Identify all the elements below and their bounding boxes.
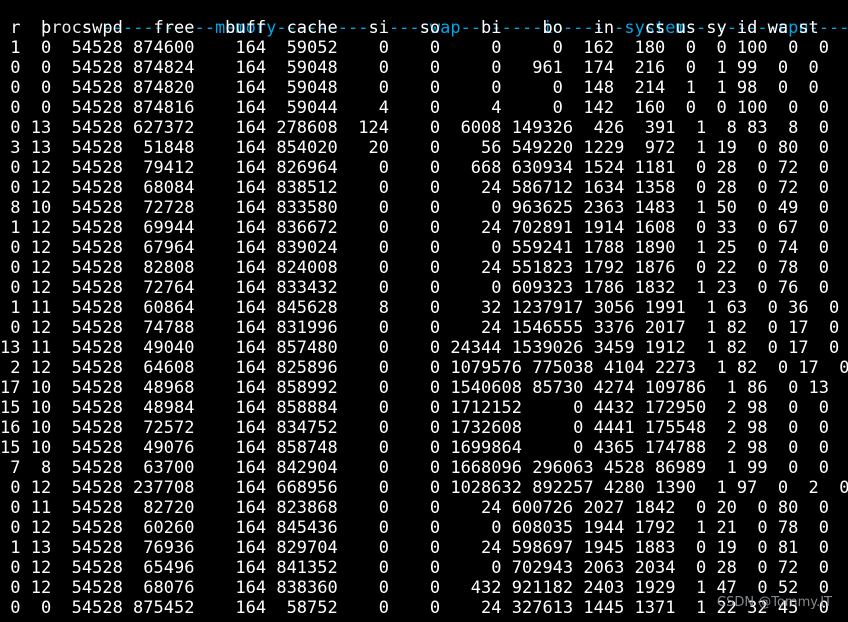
vmstat-row: 0 0 54528 874824 164 59048 0 0 0 961 174…	[0, 58, 819, 78]
vmstat-group-header: procs -----------memory---------- ---swa…	[0, 0, 848, 38]
vmstat-row: 17 10 54528 48968 164 858992 0 0 1540608…	[0, 378, 848, 398]
vmstat-row: 0 12 54528 82808 164 824008 0 0 24 55182…	[0, 258, 830, 278]
vmstat-row: 15 10 54528 49076 164 858748 0 0 1699864…	[0, 438, 848, 458]
vmstat-row: 0 13 54528 627372 164 278608 124 0 6008 …	[0, 118, 830, 138]
vmstat-row: 1 0 54528 874600 164 59052 0 0 0 0 162 1…	[0, 38, 830, 58]
vmstat-column-header: r b swpd free buff cache si so bi bo in …	[0, 18, 819, 38]
vmstat-output-rows: 1 0 54528 874600 164 59052 0 0 0 0 162 1…	[0, 38, 848, 618]
vmstat-row: 0 12 54528 237708 164 668956 0 0 1028632…	[0, 478, 848, 498]
watermark: CSDN @Tommy.IT	[717, 595, 832, 610]
vmstat-row: 1 11 54528 60864 164 845628 8 0 32 12379…	[0, 298, 840, 318]
vmstat-row: 13 11 54528 49040 164 857480 0 0 24344 1…	[0, 338, 840, 358]
vmstat-row: 0 12 54528 60260 164 845436 0 0 0 608035…	[0, 518, 830, 538]
vmstat-row: 0 0 54528 874816 164 59044 4 0 4 0 142 1…	[0, 98, 830, 118]
terminal-window[interactable]: procs -----------memory---------- ---swa…	[0, 0, 848, 622]
vmstat-row: 0 12 54528 68084 164 838512 0 0 24 58671…	[0, 178, 830, 198]
vmstat-row: 2 12 54528 64608 164 825896 0 0 1079576 …	[0, 358, 848, 378]
vmstat-row: 1 13 54528 76936 164 829704 0 0 24 59869…	[0, 538, 830, 558]
vmstat-row: 15 10 54528 48984 164 858884 0 0 1712152…	[0, 398, 848, 418]
vmstat-row: 0 11 54528 82720 164 823868 0 0 24 60072…	[0, 498, 830, 518]
vmstat-row: 0 12 54528 65496 164 841352 0 0 0 702943…	[0, 558, 830, 578]
vmstat-row: 1 12 54528 69944 164 836672 0 0 24 70289…	[0, 218, 830, 238]
vmstat-row: 8 10 54528 72728 164 833580 0 0 0 963625…	[0, 198, 830, 218]
vmstat-row: 0 0 54528 874820 164 59048 0 0 0 0 148 2…	[0, 78, 819, 98]
vmstat-row: 0 12 54528 74788 164 831996 0 0 24 15465…	[0, 318, 840, 338]
vmstat-row: 16 10 54528 72572 164 834752 0 0 1732608…	[0, 418, 848, 438]
vmstat-row: 3 13 54528 51848 164 854020 20 0 56 5492…	[0, 138, 830, 158]
vmstat-row: 7 8 54528 63700 164 842904 0 0 1668096 2…	[0, 458, 848, 478]
vmstat-row: 0 12 54528 72764 164 833432 0 0 0 609323…	[0, 278, 830, 298]
vmstat-row: 0 12 54528 67964 164 839024 0 0 0 559241…	[0, 238, 830, 258]
vmstat-row: 0 12 54528 79412 164 826964 0 0 668 6309…	[0, 158, 830, 178]
